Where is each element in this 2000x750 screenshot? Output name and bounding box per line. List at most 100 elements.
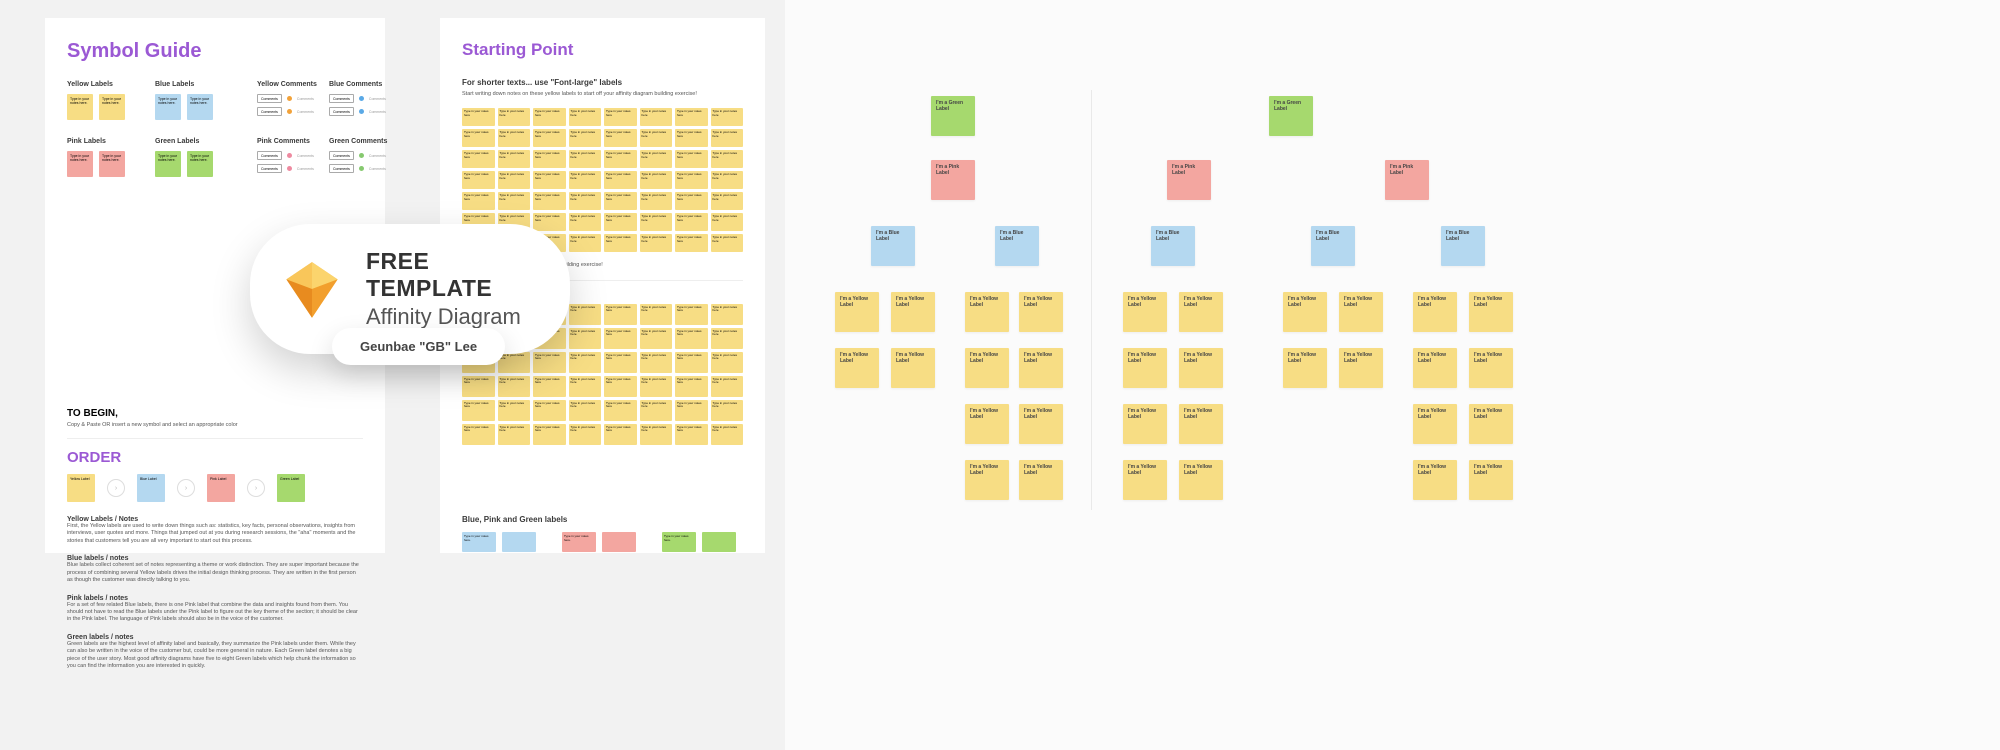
yellow-label-note: I'm a Yellow Label [835,348,879,388]
yellow-cell: Type in your notes here [711,192,744,210]
yellow-label-note: I'm a Yellow Label [1123,460,1167,500]
yellow-cell: Type in your notes here [462,129,495,147]
notes-section: Yellow Labels / Notes First, the Yellow … [67,516,363,670]
yellow-cell: Type in your notes here [711,352,744,373]
green-swatch: Type in your notes here. [187,151,213,177]
green-labels-block: Green Labels Type in your notes here. Ty… [155,138,239,177]
pink-labels-block: Pink Labels Type in your notes here. Typ… [67,138,151,177]
yellow-label-note: I'm a Yellow Label [1413,404,1457,444]
yellow-label-note: I'm a Yellow Label [1339,292,1383,332]
yellow-label-note: I'm a Yellow Label [1413,348,1457,388]
yellow-cell: Type in your notes here [462,171,495,189]
yellow-label-note: I'm a Yellow Label [891,292,935,332]
yellow-cell: Type in your notes here [711,150,744,168]
starting-point-title: Starting Point [462,40,743,60]
yellow-label-note: I'm a Yellow Label [1019,404,1063,444]
yellow-cell: Type in your notes here [569,424,602,445]
yellow-cell: Type in your notes here [533,192,566,210]
yellow-swatch: Type in your notes here. [99,94,125,120]
blue-comments-block: Blue Comments CommentsComments CommentsC… [329,81,397,120]
yellow-cell: Type in your notes here [711,129,744,147]
yellow-cell: Type in your notes here [711,424,744,445]
yellow-cell: Type in your notes here [640,192,673,210]
yellow-label-note: I'm a Yellow Label [1413,292,1457,332]
yellow-cell: Type in your notes here [533,150,566,168]
yellow-label-note: I'm a Yellow Label [1469,348,1513,388]
yellow-cell: Type in your notes here [711,234,744,252]
green-swatch: Type in your notes here. [155,151,181,177]
yellow-cell: Type in your notes here [498,108,531,126]
yellow-cell: Type in your notes here [604,171,637,189]
yellow-label-note: I'm a Yellow Label [1469,460,1513,500]
yellow-cell: Type in your notes here [711,108,744,126]
yellow-cell: Type in your notes here [604,304,637,325]
yellow-cell: Type in your notes here [675,424,708,445]
yellow-cell: Type in your notes here [640,234,673,252]
yellow-cell: Type in your notes here [462,150,495,168]
yellow-cell: Type in your notes here [533,129,566,147]
yellow-cell: Type in your notes here [533,213,566,231]
yellow-label-note: I'm a Yellow Label [1339,348,1383,388]
badge-title: FREE TEMPLATE [366,248,540,302]
sketch-diamond-icon [280,257,344,321]
yellow-cell: Type in your notes here [533,108,566,126]
yellow-label-note: I'm a Yellow Label [1123,292,1167,332]
yellow-cell: Type in your notes here [711,376,744,397]
pink-label-note: I'm a Pink Label [931,160,975,200]
yellow-label-note: I'm a Yellow Label [1019,460,1063,500]
order-yellow: Yellow Label [67,474,95,502]
to-begin-block: TO BEGIN, Copy & Paste OR insert a new s… [67,408,363,680]
yellow-cell: Type in your notes here [675,400,708,421]
yellow-cell: Type in your notes here [604,192,637,210]
order-title: ORDER [67,449,363,466]
yellow-label-note: I'm a Yellow Label [1179,348,1223,388]
yellow-label-note: I'm a Yellow Label [965,292,1009,332]
dot-icon [287,166,292,171]
yellow-cell: Type in your notes here [604,400,637,421]
right-diagram-canvas: I'm a Green LabelI'm a Pink LabelI'm a B… [785,0,2000,750]
yellow-cell: Type in your notes here [569,150,602,168]
yellow-cell: Type in your notes here [498,192,531,210]
yellow-label-note: I'm a Yellow Label [1469,404,1513,444]
yellow-cell: Type in your notes here [675,213,708,231]
yellow-cell: Type in your notes here [462,376,495,397]
yellow-label-note: I'm a Yellow Label [1019,348,1063,388]
yellow-cell: Type in your notes here [640,304,673,325]
blue-label-note: I'm a Blue Label [995,226,1039,266]
dot-icon [287,153,292,158]
yellow-cell: Type in your notes here [604,328,637,349]
dot-icon [359,153,364,158]
yellow-label-note: I'm a Yellow Label [1019,292,1063,332]
left-preview-panel: Symbol Guide Yellow Labels Type in your … [20,0,765,750]
yellow-cell: Type in your notes here [640,400,673,421]
yellow-cell: Type in your notes here [675,352,708,373]
chevron-right-icon: › [177,479,195,497]
yellow-comments-block: Yellow Comments CommentsComments Comment… [257,81,325,120]
yellow-cell: Type in your notes here [462,400,495,421]
yellow-label-note: I'm a Yellow Label [835,292,879,332]
yellow-cell: Type in your notes here [711,328,744,349]
yellow-label-note: I'm a Yellow Label [965,404,1009,444]
yellow-cell: Type in your notes here [498,424,531,445]
yellow-label-note: I'm a Yellow Label [1469,292,1513,332]
yellow-cell: Type in your notes here [640,352,673,373]
yellow-cell: Type in your notes here [498,376,531,397]
blue-label-note: I'm a Blue Label [1151,226,1195,266]
yellow-cell: Type in your notes here [640,171,673,189]
yellow-label-note: I'm a Yellow Label [891,348,935,388]
author-pill: Geunbae "GB" Lee [332,328,505,365]
yellow-label-note: I'm a Yellow Label [1123,404,1167,444]
yellow-cell: Type in your notes here [604,108,637,126]
yellow-cell: Type in your notes here [675,108,708,126]
yellow-cell: Type in your notes here [462,108,495,126]
yellow-cell: Type in your notes here [569,129,602,147]
yellow-cell: Type in your notes here [498,150,531,168]
dot-icon [287,96,292,101]
yellow-cell: Type in your notes here [498,171,531,189]
yellow-cell: Type in your notes here [569,213,602,231]
badge-subtitle: Affinity Diagram [366,304,540,330]
yellow-label-note: I'm a Yellow Label [965,460,1009,500]
yellow-cell: Type in your notes here [675,150,708,168]
yellow-cell: Type in your notes here [640,213,673,231]
blue-swatch [502,532,536,552]
